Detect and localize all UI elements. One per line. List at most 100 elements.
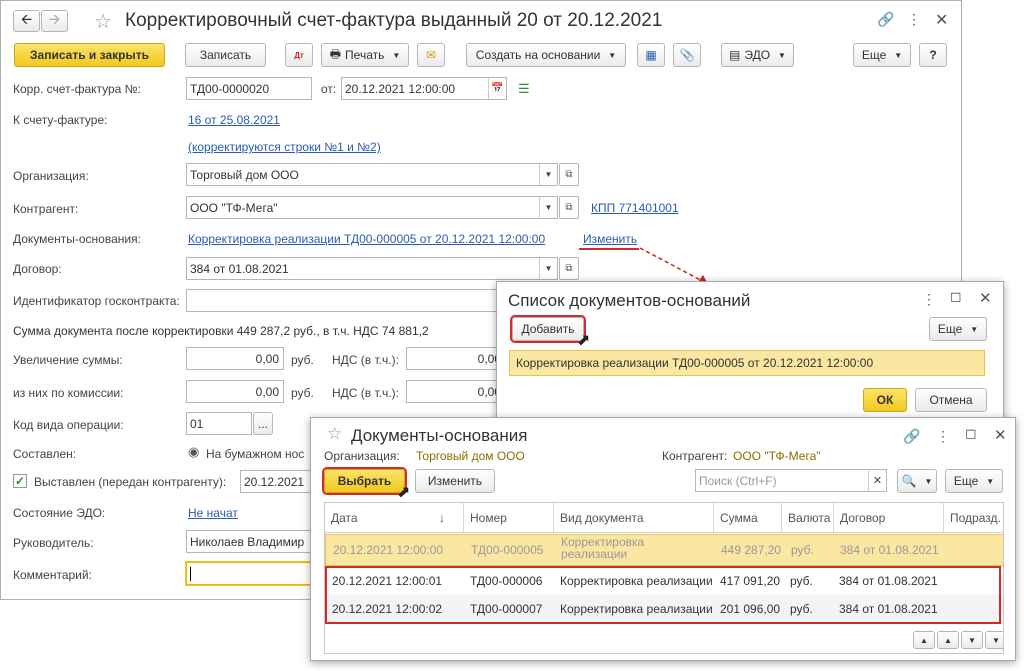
col-currency[interactable]: Валюта xyxy=(782,503,834,532)
kpp-link[interactable]: КПП 771401001 xyxy=(591,201,679,215)
add-button[interactable]: Добавить xyxy=(512,317,584,341)
star-icon[interactable]: ☆ xyxy=(327,424,342,444)
more-button[interactable]: Еще ▼ xyxy=(853,43,911,67)
open-form-icon[interactable]: ⧉ xyxy=(559,257,579,280)
attach-button[interactable]: 📎 xyxy=(673,43,701,67)
create-based-label: Создать на основании xyxy=(475,48,601,62)
number-field[interactable]: ТД00-0000020 xyxy=(186,77,312,100)
close-icon[interactable]: ✕ xyxy=(979,289,992,307)
contract-field[interactable]: 384 от 01.08.2021 ▼ xyxy=(186,257,558,280)
radio-icon[interactable]: ◉ xyxy=(188,444,199,460)
scroll-top-button[interactable]: ▲ xyxy=(913,631,935,649)
search-input[interactable]: Поиск (Ctrl+F) ✕ xyxy=(695,469,887,492)
calendar-icon[interactable]: 📅 xyxy=(488,78,506,99)
forward-button[interactable]: 🡪 xyxy=(41,10,68,32)
more-icon[interactable]: ⋮ xyxy=(936,428,950,445)
base-docs-label: Документы-основания: xyxy=(13,232,141,246)
comment-field[interactable] xyxy=(186,562,312,585)
list-dialog: Список документов-оснований ⋮ ◻ ✕ Добави… xyxy=(496,281,1004,423)
structure-icon: ▦ xyxy=(645,48,657,62)
more-icon[interactable]: ⋮ xyxy=(907,11,921,28)
issued-checkbox[interactable]: ✓ xyxy=(13,474,27,488)
select-button[interactable]: Выбрать xyxy=(324,469,405,493)
scroll-up-button[interactable]: ▲ xyxy=(937,631,959,649)
counterparty-field[interactable]: ООО "ТФ-Мега" ▼ xyxy=(186,196,558,219)
table-row[interactable]: 20.12.2021 12:00:00 ТД00-000005 Корректи… xyxy=(325,534,1003,566)
select-more-button[interactable]: Еще ▼ xyxy=(945,469,1003,493)
link-icon[interactable]: 🔗 xyxy=(903,428,920,445)
col-contract[interactable]: Договор xyxy=(834,503,944,532)
maximize-icon[interactable]: ◻ xyxy=(965,425,977,442)
edo-button[interactable]: ▤ ЭДО ▼ xyxy=(721,43,794,67)
sum-after-text: Сумма документа после корректировки 449 … xyxy=(13,324,429,338)
commission-vat-field[interactable]: 0,00 xyxy=(406,380,506,403)
col-doc-type[interactable]: Вид документа xyxy=(554,503,714,532)
link-icon[interactable]: 🔗 xyxy=(877,11,894,28)
commission-field[interactable]: 0,00 xyxy=(186,380,284,403)
cell-currency: руб. xyxy=(791,543,814,557)
scroll-bottom-button[interactable]: ▼ xyxy=(985,631,1003,649)
structure-button[interactable]: ▦ xyxy=(637,43,665,67)
close-icon[interactable]: ✕ xyxy=(935,10,948,30)
invoice-link[interactable]: 16 от 25.08.2021 xyxy=(188,113,280,127)
issued-date-field[interactable]: 20.12.2021 xyxy=(240,470,312,493)
dropdown-arrow-icon: ▼ xyxy=(970,324,979,334)
increase-vat-field[interactable]: 0,00 xyxy=(406,347,506,370)
envelope-icon: ✉ xyxy=(425,48,437,62)
print-button[interactable]: 🖶 Печать ▼ xyxy=(321,43,409,67)
search-placeholder: Поиск (Ctrl+F) xyxy=(699,473,777,488)
op-code-label: Код вида операции: xyxy=(13,418,124,432)
dropdown-arrow-icon[interactable]: ▼ xyxy=(539,258,557,279)
table-header: Дата ↓ Номер Вид документа Сумма Валюта Д… xyxy=(325,503,1003,533)
close-icon[interactable]: ✕ xyxy=(994,426,1007,444)
increase-field[interactable]: 0,00 xyxy=(186,347,284,370)
cell-date: 20.12.2021 12:00:00 xyxy=(333,543,444,557)
col-division[interactable]: Подразд. xyxy=(944,503,1003,532)
dropdown-arrow-icon[interactable]: ▼ xyxy=(539,197,557,218)
list-item-label: Корректировка реализации ТД00-000005 от … xyxy=(516,356,874,370)
more-icon[interactable]: ⋮ xyxy=(922,291,936,308)
head-field[interactable]: Николаев Владимир xyxy=(186,530,312,553)
corrected-rows-link[interactable]: (корректируются строки №1 и №2) xyxy=(188,140,381,154)
gov-id-field[interactable] xyxy=(186,289,506,312)
email-button[interactable]: ✉ xyxy=(417,43,445,67)
clear-icon[interactable]: ✕ xyxy=(868,470,886,491)
cancel-button[interactable]: Отмена xyxy=(915,388,987,412)
save-close-button[interactable]: Записать и закрыть xyxy=(14,43,165,67)
composed-option: На бумажном нос xyxy=(206,447,305,461)
list-item[interactable]: Корректировка реализации ТД00-000005 от … xyxy=(509,350,985,376)
col-number[interactable]: Номер xyxy=(464,503,554,532)
col-sum[interactable]: Сумма xyxy=(714,503,782,532)
print-label: Печать xyxy=(345,48,385,62)
dropdown-arrow-icon[interactable]: ▼ xyxy=(539,164,557,185)
date-field[interactable]: 20.12.2021 12:00:00 📅 xyxy=(341,77,507,100)
back-button[interactable]: 🡨 xyxy=(13,10,40,32)
dt-kt-button[interactable]: Дт xyxy=(285,43,313,67)
search-button[interactable]: 🔍 ▼ xyxy=(897,469,937,493)
forward-arrow-icon: 🡪 xyxy=(48,11,61,27)
edo-state-link[interactable]: Не начат xyxy=(188,506,238,520)
edo-icon: ▤ xyxy=(729,48,741,62)
scroll-down-button[interactable]: ▼ xyxy=(961,631,983,649)
cursor-icon: ⬈ xyxy=(577,332,591,349)
ok-button[interactable]: ОК xyxy=(863,388,907,412)
create-based-button[interactable]: Создать на основании ▼ xyxy=(466,43,626,67)
status-icon[interactable]: ☰ xyxy=(518,81,530,97)
change-button[interactable]: Изменить xyxy=(415,469,495,493)
list-more-button[interactable]: Еще ▼ xyxy=(929,317,987,341)
maximize-icon[interactable]: ◻ xyxy=(950,288,962,305)
op-code-select-button[interactable]: ... xyxy=(253,412,273,435)
paperclip-icon: 📎 xyxy=(679,48,695,62)
base-doc-link[interactable]: Корректировка реализации ТД00-000005 от … xyxy=(188,232,545,246)
sort-arrow-icon: ↓ xyxy=(439,510,445,525)
open-form-icon[interactable]: ⧉ xyxy=(559,163,579,186)
org-field[interactable]: Торговый дом ООО ▼ xyxy=(186,163,558,186)
dropdown-arrow-icon: ▼ xyxy=(924,476,933,486)
star-icon[interactable]: ☆ xyxy=(94,9,112,34)
help-button[interactable]: ? xyxy=(919,43,947,67)
open-form-icon[interactable]: ⧉ xyxy=(559,196,579,219)
save-button[interactable]: Записать xyxy=(185,43,266,67)
op-code-field[interactable]: 01 xyxy=(186,412,252,435)
col-date[interactable]: Дата ↓ xyxy=(325,503,464,532)
select-more-label: Еще xyxy=(953,474,979,488)
